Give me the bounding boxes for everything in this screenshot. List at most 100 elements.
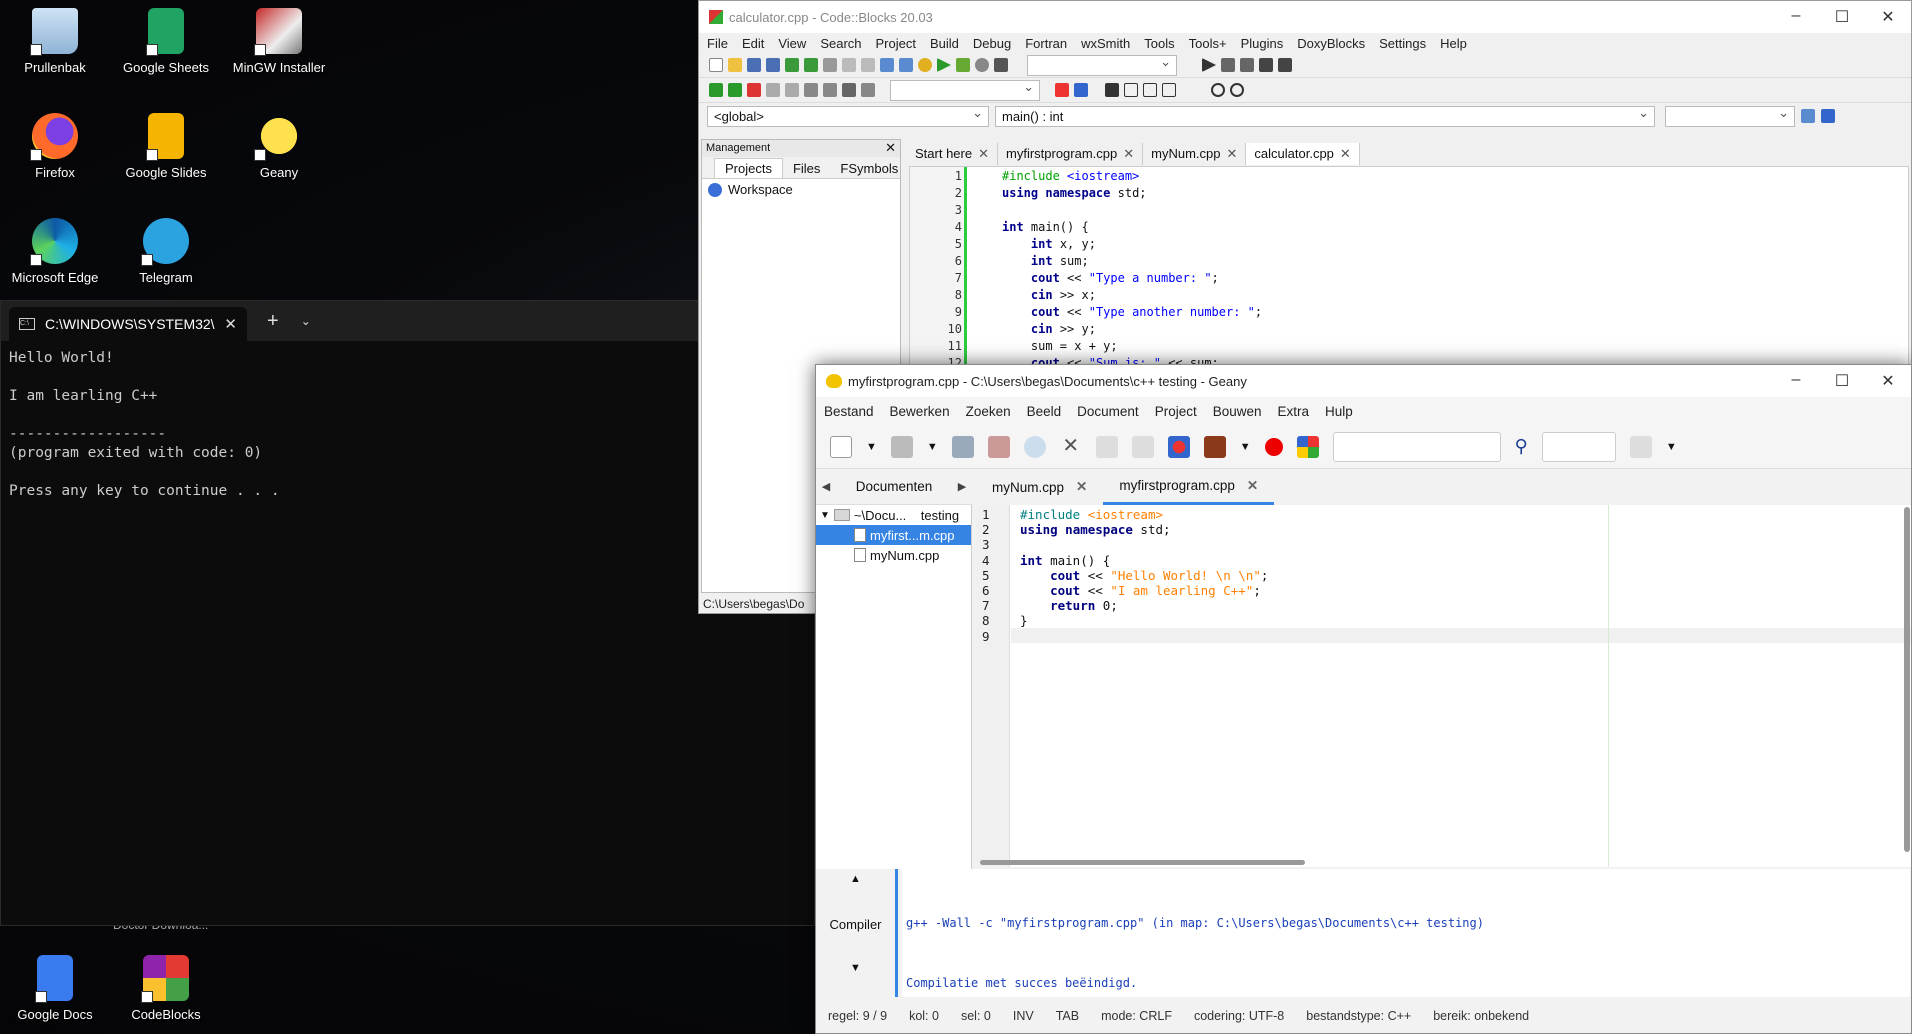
geany-window[interactable]: myfirstprogram.cpp - C:\Users\begas\Docu… [815, 364, 1912, 1034]
tab-projects[interactable]: Projects [714, 158, 783, 178]
save-icon[interactable] [951, 435, 974, 458]
menu-bewerken[interactable]: Bewerken [890, 404, 950, 419]
tab-myfirstprogram[interactable]: myfirstprogram.cpp ✕ [1103, 469, 1275, 505]
back-icon[interactable] [1095, 435, 1118, 458]
menu-document[interactable]: Document [1077, 404, 1139, 419]
search-icon[interactable]: ⚲ [1515, 436, 1528, 457]
menu-project[interactable]: Project [876, 36, 916, 51]
bookmark-next-icon[interactable] [785, 83, 799, 97]
geany-title-bar[interactable]: myfirstprogram.cpp - C:\Users\begas\Docu… [816, 365, 1911, 397]
tab-start-here[interactable]: Start here ✕ [907, 143, 998, 165]
menu-settings[interactable]: Settings [1379, 36, 1426, 51]
run-icon[interactable] [937, 58, 951, 72]
workspace-node[interactable]: Workspace [702, 179, 900, 200]
close-icon[interactable]: ✕ [224, 315, 237, 333]
close-icon[interactable]: ✕ [978, 146, 989, 161]
desktop-icon-google-sheets[interactable]: Google Sheets [116, 8, 216, 75]
menu-tools-plus[interactable]: Tools+ [1189, 36, 1227, 51]
chevron-up-icon[interactable]: ▲ [816, 873, 895, 885]
chevron-right-icon[interactable]: ▶ [952, 480, 972, 493]
regex-icon[interactable] [1074, 83, 1088, 97]
close-icon[interactable]: ✕ [1123, 146, 1134, 161]
menu-hulp[interactable]: Hulp [1325, 404, 1353, 419]
desktop-icon-codeblocks[interactable]: CodeBlocks [116, 955, 216, 1022]
chevron-down-icon[interactable]: ▼ [1240, 441, 1251, 453]
chevron-down-icon[interactable]: ⌄ [301, 314, 311, 328]
terminal-tab[interactable]: C:\ C:\WINDOWS\SYSTEM32\ ✕ [9, 307, 247, 341]
bookmark-icon[interactable] [747, 83, 761, 97]
menu-build[interactable]: Build [930, 36, 959, 51]
code-line[interactable]: 1 #include <iostream> [910, 169, 1140, 186]
menu-doxyblocks[interactable]: DoxyBlocks [1297, 36, 1365, 51]
code-line[interactable]: 9 cout << "Type another number: "; [910, 305, 1262, 322]
redo-icon[interactable] [804, 58, 818, 72]
tree-file[interactable]: myfirst...m.cpp [816, 525, 971, 545]
comment-icon[interactable] [804, 83, 818, 97]
settings-wrench-icon[interactable] [1821, 109, 1835, 123]
menu-beeld[interactable]: Beeld [1027, 404, 1062, 419]
minimize-button[interactable]: – [1773, 371, 1819, 391]
code-line[interactable]: 5 int x, y; [910, 237, 1096, 254]
maximize-button[interactable]: ☐ [1819, 7, 1865, 27]
code-line[interactable]: 4 int main() { [910, 220, 1089, 237]
desktop-icon-microsoft-edge[interactable]: Microsoft Edge [5, 218, 105, 285]
function-combo[interactable]: main() : int [995, 105, 1655, 127]
search-combo[interactable] [890, 79, 1040, 101]
tree-file[interactable]: myNum.cpp [816, 545, 971, 565]
desktop-icon-prullenbak[interactable]: Prullenbak [5, 8, 105, 75]
search-icon[interactable] [1801, 109, 1815, 123]
vertical-scrollbar[interactable] [1904, 507, 1910, 852]
save-icon[interactable] [747, 58, 761, 72]
wx-frame-icon[interactable] [1124, 83, 1138, 97]
wx-dialog-icon[interactable] [1162, 83, 1176, 97]
menu-plugins[interactable]: Plugins [1241, 36, 1284, 51]
horizontal-scrollbar[interactable] [980, 860, 1305, 865]
desktop-icon-geany[interactable]: Geany [229, 113, 329, 180]
maximize-button[interactable]: ☐ [1819, 371, 1865, 391]
expander-icon[interactable]: ▼ [820, 510, 830, 521]
close-icon[interactable]: ✕ [885, 140, 896, 156]
debug-next-icon[interactable] [1240, 58, 1254, 72]
code-line[interactable]: 6 int sum; [910, 254, 1089, 271]
scope-combo[interactable]: <global> [707, 105, 989, 127]
desktop-icon-google-slides[interactable]: Google Slides [116, 113, 216, 180]
color-chooser-icon[interactable] [1296, 435, 1319, 458]
chevron-down-icon[interactable]: ▼ [927, 441, 938, 453]
close-icon[interactable]: ✕ [1076, 479, 1087, 495]
cut-icon[interactable] [823, 58, 837, 72]
goto-line-input[interactable] [1541, 431, 1616, 462]
build-icon[interactable] [1203, 435, 1226, 458]
open-folder-icon[interactable] [890, 435, 913, 458]
compile-icon[interactable] [1167, 435, 1190, 458]
undo-icon[interactable] [785, 58, 799, 72]
compiler-messages[interactable]: g++ -Wall -c "myfirstprogram.cpp" (in ma… [902, 869, 1910, 997]
paste-icon[interactable] [861, 58, 875, 72]
code-line[interactable]: 10 cin >> y; [910, 322, 1096, 339]
chevron-left-icon[interactable]: ◀ [816, 480, 836, 493]
menu-wxsmith[interactable]: wxSmith [1081, 36, 1130, 51]
bookmark-prev-icon[interactable] [766, 83, 780, 97]
menu-zoeken[interactable]: Zoeken [966, 404, 1011, 419]
tab-compiler[interactable]: Compiler [816, 917, 895, 932]
symbol-combo[interactable] [1665, 105, 1795, 127]
build-run-icon[interactable] [956, 58, 970, 72]
doxy-comment-icon[interactable] [842, 83, 856, 97]
menu-search[interactable]: Search [820, 36, 861, 51]
close-button[interactable]: ✕ [1865, 371, 1911, 391]
uncomment-icon[interactable] [823, 83, 837, 97]
tab-mynum[interactable]: myNum.cpp ✕ [976, 469, 1103, 505]
menu-project[interactable]: Project [1155, 404, 1197, 419]
tab-calculator[interactable]: calculator.cpp ✕ [1246, 143, 1360, 165]
codeblocks-code-editor[interactable]: 1 #include <iostream> 2 using namespace std… [909, 166, 1909, 366]
debug-pause-icon[interactable] [1259, 58, 1273, 72]
save-all-icon[interactable] [766, 58, 780, 72]
debug-step-icon[interactable] [1221, 58, 1235, 72]
tab-mynum[interactable]: myNum.cpp ✕ [1143, 143, 1247, 165]
code-line[interactable]: 7 cout << "Type a number: "; [910, 271, 1219, 288]
find-icon[interactable] [880, 58, 894, 72]
tab-myfirstprogram[interactable]: myfirstprogram.cpp ✕ [998, 143, 1144, 165]
menu-fortran[interactable]: Fortran [1025, 36, 1067, 51]
copy-icon[interactable] [842, 58, 856, 72]
terminal-window[interactable]: C:\ C:\WINDOWS\SYSTEM32\ ✕ + ⌄ Hello Wor… [0, 300, 815, 926]
geany-code-editor[interactable]: 1 #include <iostream> 2 using namespace std… [976, 505, 1911, 867]
